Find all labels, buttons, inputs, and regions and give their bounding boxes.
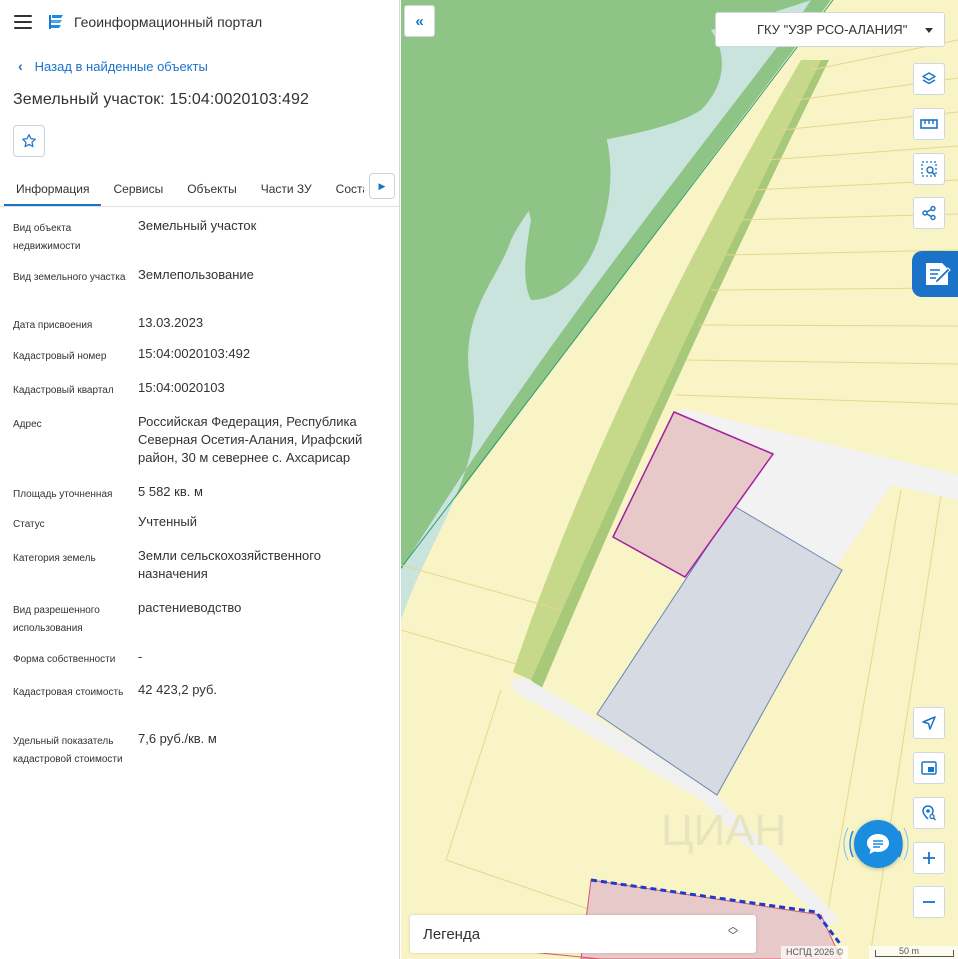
minimap-icon [921, 761, 937, 775]
info-panel: Геоинформационный портал ‹ Назад в найде… [0, 0, 400, 959]
chevron-left-icon: ‹ [18, 58, 23, 74]
share-button[interactable] [913, 197, 945, 229]
property-row: Дата присвоения 13.03.2023 [13, 314, 399, 345]
tab-information[interactable]: Информация [4, 173, 102, 206]
property-value: растениеводство [138, 600, 242, 615]
minimap-button[interactable] [913, 752, 945, 784]
scale-label: 50 m [899, 946, 920, 956]
caret-down-icon [925, 28, 933, 33]
property-row: Вид земельного участка Землепользование [13, 266, 399, 314]
property-row: Вид разрешенного использования растениев… [13, 599, 399, 648]
property-value: Российская Федерация, Республика Северна… [138, 414, 363, 465]
organization-select-value: ГКУ "УЗР РСО-АЛАНИЯ" [757, 22, 908, 37]
property-row: Категория земель Земли сельскохозяйствен… [13, 547, 399, 599]
property-value: Землепользование [138, 267, 254, 282]
property-value: Земельный участок [138, 218, 257, 233]
back-link-label: Назад в найденные объекты [34, 58, 208, 74]
properties-list: Вид объекта недвижимости Земельный участ… [0, 207, 399, 790]
select-area-icon [921, 161, 937, 177]
property-label: Вид разрешенного использования [13, 605, 100, 634]
legend-label: Легенда [423, 925, 481, 943]
property-row: Кадастровый номер 15:04:0020103:492 [13, 345, 399, 379]
property-row: Кадастровая стоимость 42 423,2 руб. [13, 681, 399, 730]
app-root: Геоинформационный портал ‹ Назад в найде… [0, 0, 958, 959]
property-label: Площадь уточненная [13, 489, 113, 500]
property-value: - [138, 649, 143, 664]
layers-button[interactable] [913, 63, 945, 95]
app-title: Геоинформационный портал [74, 14, 263, 30]
share-icon [922, 205, 936, 221]
top-bar: Геоинформационный портал [0, 0, 399, 44]
property-value: 5 582 кв. м [138, 484, 203, 499]
portal-logo-icon [49, 15, 63, 29]
property-row: Адрес Российская Федерация, Республика С… [13, 413, 399, 483]
double-chevron-left-icon: « [415, 12, 424, 30]
tab-bar: Информация Сервисы Объекты Части ЗУ Сост… [0, 173, 399, 207]
zoom-in-button[interactable] [913, 842, 945, 874]
tab-services[interactable]: Сервисы [101, 173, 175, 206]
property-value: 13.03.2023 [138, 315, 204, 330]
chat-button[interactable] [854, 820, 902, 868]
layers-icon [922, 72, 936, 85]
map-copyright: НСПД 2026 © [781, 946, 849, 959]
tab-composition[interactable]: Состав [324, 173, 364, 206]
select-area-button[interactable] [913, 153, 945, 185]
zoom-out-icon [923, 901, 935, 903]
locate-icon [922, 716, 936, 730]
property-label: Вид объекта недвижимости [13, 223, 81, 252]
feedback-button[interactable] [912, 251, 958, 297]
property-value: Учтенный [138, 514, 198, 529]
property-row: Площадь уточненная 5 582 кв. м [13, 483, 399, 513]
geo-search-icon [922, 805, 936, 821]
collapse-panel-button[interactable]: « [404, 5, 435, 37]
map-view[interactable]: ЦИАН « ГКУ "УЗР РСО-АЛАНИЯ" Легенда ︿ ﹀ … [401, 0, 958, 959]
property-row: Форма собственности - [13, 648, 399, 681]
tab-objects[interactable]: Объекты [175, 173, 249, 206]
tab-parcel-parts[interactable]: Части ЗУ [249, 173, 324, 206]
chat-widget [843, 811, 909, 877]
property-label: Статус [13, 519, 45, 530]
property-label: Вид земельного участка [13, 272, 126, 283]
star-icon [22, 134, 36, 148]
feedback-icon [926, 263, 951, 285]
svg-text:ЦИАН: ЦИАН [661, 806, 786, 855]
property-row: Удельный показатель кадастровой стоимост… [13, 730, 399, 790]
property-value: Земли сельскохозяйственного назначения [138, 548, 321, 581]
chevron-updown-icon: ︿ ﹀ [728, 922, 738, 942]
property-label: Удельный показатель кадастровой стоимост… [13, 736, 123, 765]
property-label: Форма собственности [13, 654, 116, 665]
property-label: Кадастровая стоимость [13, 687, 124, 698]
property-row: Кадастровый квартал 15:04:0020103 [13, 379, 399, 413]
zoom-in-icon [923, 852, 935, 864]
caret-right-icon: ▶ [378, 180, 386, 191]
legend-toggle[interactable]: Легенда ︿ ﹀ [410, 915, 756, 953]
map-scale: 50 m [869, 946, 958, 959]
chat-bubble-icon [867, 834, 889, 854]
property-label: Категория земель [13, 553, 96, 564]
property-row: Вид объекта недвижимости Земельный участ… [13, 217, 399, 266]
ruler-button[interactable] [913, 108, 945, 140]
property-label: Кадастровый номер [13, 351, 107, 362]
zoom-out-button[interactable] [913, 886, 945, 918]
organization-select[interactable]: ГКУ "УЗР РСО-АЛАНИЯ" [715, 12, 945, 47]
property-value: 15:04:0020103 [138, 380, 225, 395]
property-value: 15:04:0020103:492 [138, 346, 251, 361]
favorite-button[interactable] [13, 125, 45, 157]
ruler-icon [920, 119, 938, 129]
property-row: Статус Учтенный [13, 513, 399, 547]
property-label: Кадастровый квартал [13, 385, 114, 396]
property-label: Дата присвоения [13, 320, 93, 331]
hamburger-menu-icon[interactable] [14, 15, 32, 29]
back-to-results-link[interactable]: ‹ Назад в найденные объекты [18, 58, 399, 74]
locate-button[interactable] [913, 707, 945, 739]
property-value: 42 423,2 руб. [138, 682, 218, 697]
geo-search-button[interactable] [913, 797, 945, 829]
property-value: 7,6 руб./кв. м [138, 731, 217, 746]
object-title: Земельный участок: 15:04:0020103:492 [13, 91, 310, 108]
tabs-scroll-right-button[interactable]: ▶ [369, 173, 395, 199]
property-label: Адрес [13, 419, 42, 430]
